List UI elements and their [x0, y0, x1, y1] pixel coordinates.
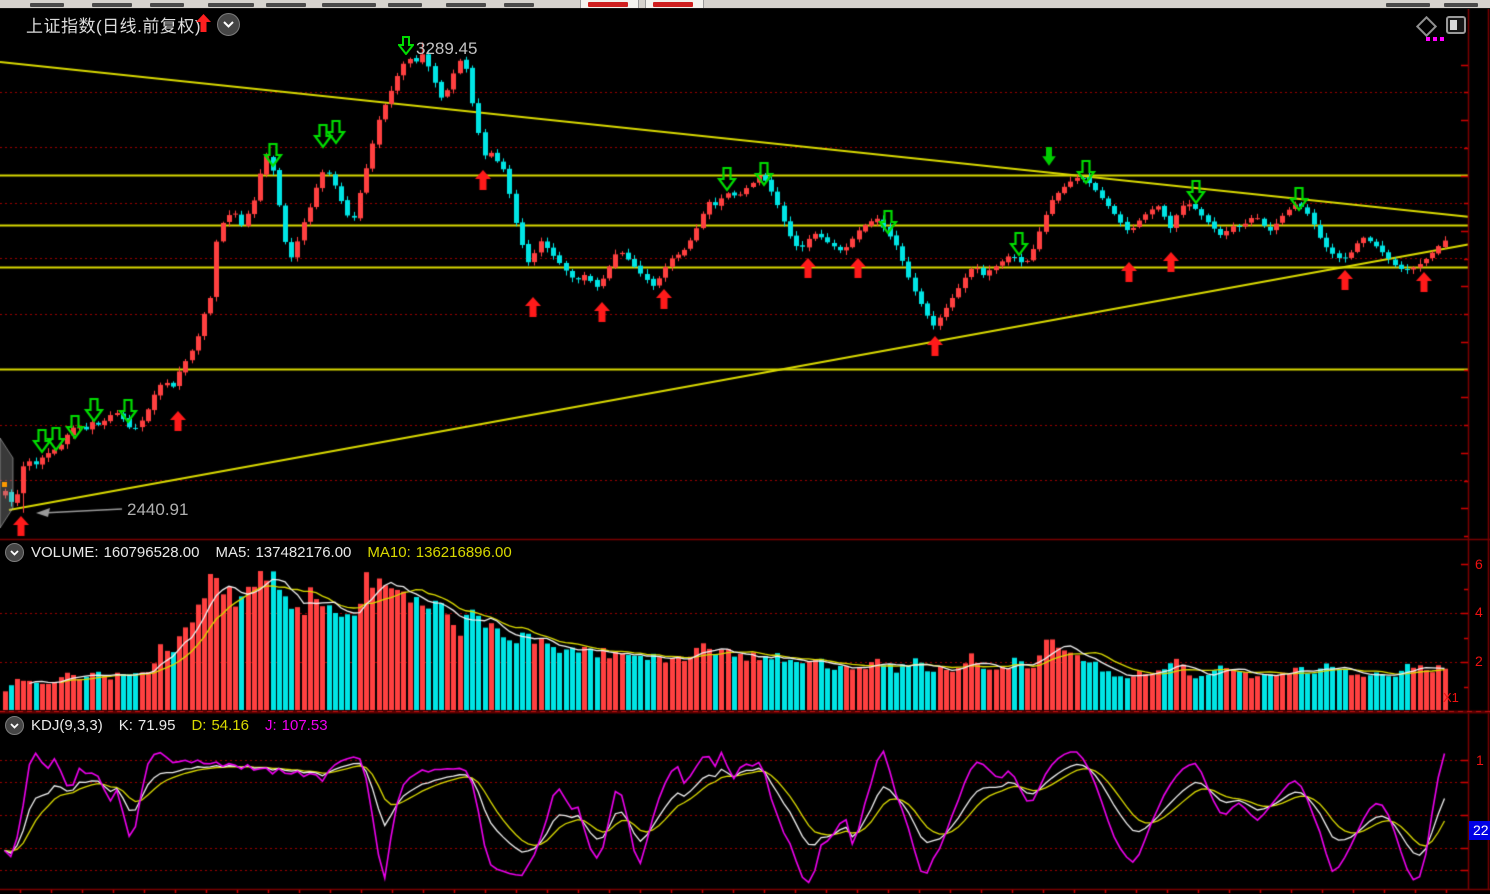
- toolbar-button-red-label: [588, 2, 628, 7]
- k-label: K:: [119, 717, 133, 734]
- collapse-main-pane-button chevron-down-icon[interactable]: [217, 13, 240, 36]
- trend-up-icon: [196, 14, 211, 32]
- toolbar-fragment: [1444, 3, 1478, 7]
- toolbar-fragment: [322, 3, 376, 7]
- toolbar-fragment: [30, 3, 64, 7]
- collapse-volume-pane-button chevron-down-icon[interactable]: [5, 543, 24, 562]
- volume-axis-tick-label: 2: [1475, 654, 1483, 668]
- split-layout-icon[interactable]: [1446, 16, 1466, 34]
- more-dots-icon: [1426, 37, 1444, 41]
- ma5-value: 137482176.00: [255, 544, 351, 561]
- trading-terminal-window: 上证指数(日线.前复权) 3289.45 2440.91 VOLUME: 160…: [0, 0, 1490, 894]
- chart-title: 上证指数(日线.前复权): [26, 12, 201, 37]
- j-label: J:: [265, 717, 277, 734]
- peak-price-label: 3289.45: [416, 39, 477, 59]
- ma10-label: MA10:: [367, 544, 410, 561]
- d-label: D:: [191, 717, 206, 734]
- toolbar-fragment: [446, 3, 486, 7]
- j-value: 107.53: [282, 717, 328, 734]
- volume-axis-tick-label: 6: [1475, 557, 1483, 571]
- kdj-pane-header: KDJ(9,3,3) K: 71.95 D: 54.16 J: 107.53: [5, 716, 328, 735]
- toolbar-fragment: [208, 3, 254, 7]
- sell-arrow-icon: [398, 36, 414, 55]
- toolbar-button-red-label: [653, 2, 693, 7]
- toolbar-fragment: [1386, 3, 1430, 7]
- d-value: 54.16: [211, 717, 249, 734]
- low-price-label: 2440.91: [127, 500, 188, 520]
- kdj-current-value-badge: 22: [1469, 821, 1490, 840]
- volume-label: VOLUME:: [31, 544, 99, 561]
- ma10-value: 136216896.00: [416, 544, 512, 561]
- top-toolbar[interactable]: [0, 0, 1490, 9]
- kdj-indicator-name: KDJ(9,3,3): [31, 717, 103, 734]
- volume-axis-tick-label: 4: [1475, 605, 1483, 619]
- k-value: 71.95: [138, 717, 176, 734]
- toolbar-fragment: [150, 3, 184, 7]
- collapse-kdj-pane-button chevron-down-icon[interactable]: [5, 716, 24, 735]
- toolbar-fragment: [388, 3, 422, 7]
- toolbar-fragment: [504, 3, 534, 7]
- volume-pane-header: VOLUME: 160796528.00 MA5: 137482176.00 M…: [5, 543, 512, 562]
- toolbar-fragment: [266, 3, 306, 7]
- toolbar-fragment: [92, 3, 132, 7]
- ma5-label: MA5:: [215, 544, 250, 561]
- volume-unit-label: X1: [1443, 691, 1459, 705]
- volume-value: 160796528.00: [104, 544, 200, 561]
- chart-canvas[interactable]: [0, 0, 1490, 894]
- kdj-axis-top-label: 1: [1476, 753, 1484, 767]
